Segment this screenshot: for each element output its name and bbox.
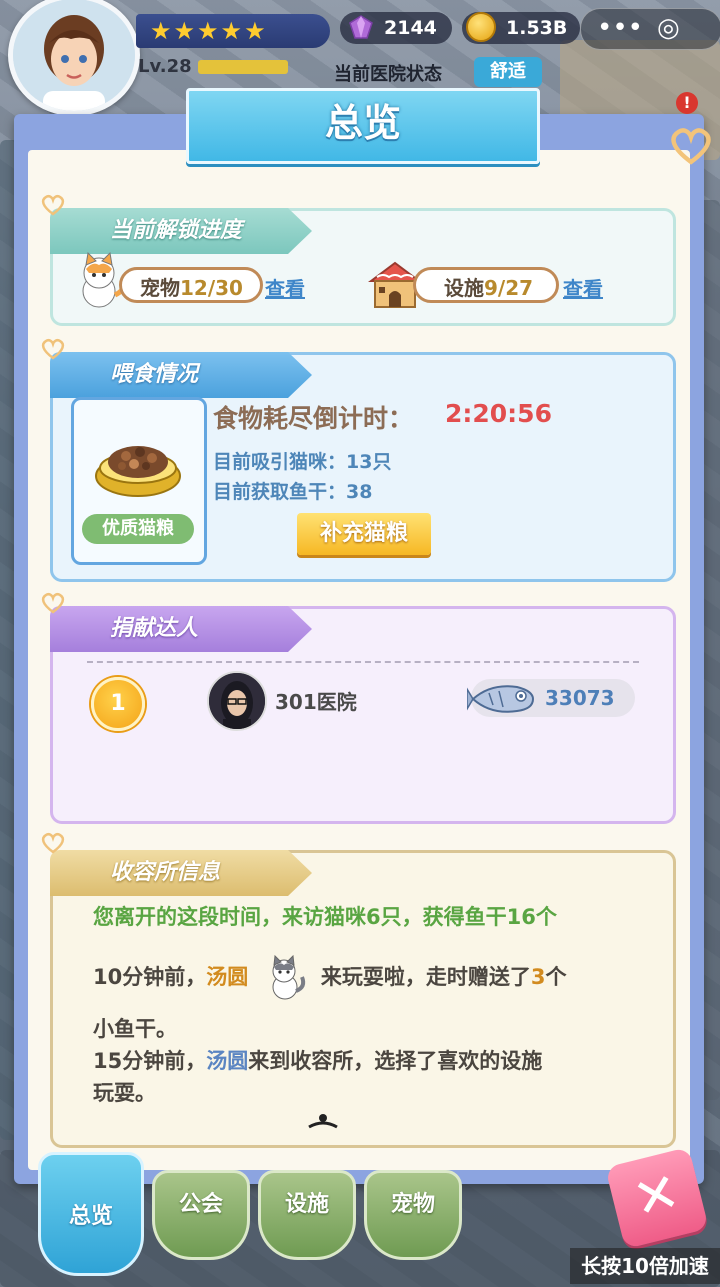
log-time: 15分钟前， (93, 1049, 207, 1073)
cat-name[interactable]: 汤圆 (206, 965, 248, 989)
heart-icon (671, 128, 711, 165)
donor-fish-value: 33073 (545, 686, 615, 710)
donor-name: 301医院 (275, 690, 357, 714)
log-entry-2-cont: 玩耍。 (93, 1081, 156, 1105)
donors-header: 捐献达人 (50, 606, 312, 652)
tab-overview[interactable]: 总览 (38, 1152, 144, 1276)
feeding-section: 喂食情况 优质猫粮 食物耗尽倒计时： 2:20:56 目前吸引猫咪：13只 目前… (50, 352, 676, 582)
hospital-status-badge: 舒适 (474, 57, 542, 87)
level-progress-bar (198, 60, 288, 74)
dried-fish-icon (467, 685, 535, 713)
donor-avatar[interactable] (207, 671, 267, 731)
log-text: 来到收容所，选择了喜欢的设施 (248, 1049, 543, 1073)
gem-icon (349, 15, 373, 39)
cats-attracted-text: 目前吸引猫咪：13只 (213, 451, 392, 473)
cat-name[interactable]: 汤圆 (206, 1049, 248, 1073)
fish-obtained-text: 目前获取鱼干：38 (213, 481, 373, 503)
log-entry-2: 15分钟前，汤圆来到收容所，选择了喜欢的设施 (93, 1045, 542, 1075)
pets-value: 12/30 (180, 276, 243, 300)
heart-icon (41, 338, 65, 360)
gem-count: 2144 (384, 17, 437, 39)
shelter-info-section: 收容所信息 您离开的这段时间，来访猫咪6只，获得鱼干16个 10分钟前，汤圆 来… (50, 850, 676, 1148)
pets-progress: 宠物12/30 (119, 267, 263, 303)
hospital-status-label: 当前医院状态 (334, 64, 442, 85)
donor-fish-count: 33073 (467, 679, 635, 717)
speed-up-hint[interactable]: 长按10倍加速 (570, 1248, 720, 1284)
unlock-progress-section: 当前解锁进度 宠物12/30 查看 设施9/27 查看 (50, 208, 676, 326)
level-label: Lv.28 (138, 56, 192, 77)
log-time: 10分钟前， (93, 965, 207, 989)
divider (87, 661, 639, 663)
panel-title: 总览 (324, 101, 401, 145)
away-summary-text: 您离开的这段时间，来访猫咪6只，获得鱼干16个 (93, 905, 557, 929)
coin-icon (466, 12, 496, 42)
heart-icon (41, 194, 65, 216)
panel-title-ribbon: 总览 (186, 88, 540, 164)
facilities-value: 9/27 (484, 276, 534, 300)
pets-label: 宠物 (140, 276, 180, 300)
player-avatar[interactable] (8, 0, 140, 116)
log-entry-1: 10分钟前，汤圆 来玩耍啦，走时赠送了3个 (93, 953, 566, 1003)
food-name-label: 优质猫粮 (82, 514, 194, 544)
countdown-label: 食物耗尽倒计时： (213, 404, 414, 433)
gem-counter[interactable]: 2144 (340, 12, 452, 44)
target-button[interactable]: ◎ (657, 9, 680, 47)
gray-cat-icon (272, 954, 305, 1000)
log-text: 来玩耍啦，走时赠送了 (320, 965, 531, 989)
rating-stars: ★★★★★ (136, 14, 330, 48)
view-pets-link[interactable]: 查看 (265, 273, 305, 302)
donors-section: 捐献达人 1 301医院 33073 (50, 606, 676, 824)
coin-count: 1.53B (506, 17, 568, 39)
gift-count: 3 (530, 965, 546, 989)
coin-counter[interactable]: 1.53B (462, 12, 580, 44)
log-entry-1-cont: 小鱼干。 (93, 1017, 177, 1041)
refill-food-button[interactable]: 补充猫粮 (297, 513, 431, 555)
cat-food-bowl-icon (95, 446, 181, 497)
facilities-label: 设施 (444, 276, 484, 300)
shelter-info-header: 收容所信息 (50, 850, 312, 896)
countdown-value: 2:20:56 (445, 399, 552, 428)
facilities-progress: 设施9/27 (413, 267, 559, 303)
doctor-portrait-icon (13, 0, 135, 111)
heart-icon (41, 592, 65, 614)
donor-portrait-icon (209, 673, 265, 729)
more-menu-button[interactable]: ••• (597, 9, 643, 47)
scroll-indicator-icon (308, 1114, 338, 1129)
heart-icon (41, 832, 65, 854)
unlock-progress-header: 当前解锁进度 (50, 208, 312, 254)
mini-program-capsule: ••• ◎ (580, 8, 720, 50)
view-facilities-link[interactable]: 查看 (563, 273, 603, 302)
gift-unit: 个 (545, 965, 567, 989)
tab-pets[interactable]: 宠物 (364, 1170, 462, 1260)
rank-medal: 1 (91, 677, 145, 731)
feeding-header: 喂食情况 (50, 352, 312, 398)
close-icon: ✕ (626, 1159, 686, 1232)
alert-badge-icon: ! (676, 92, 698, 114)
tab-facilities[interactable]: 设施 (258, 1170, 356, 1260)
tab-guild[interactable]: 公会 (152, 1170, 250, 1260)
food-card[interactable]: 优质猫粮 (71, 397, 207, 565)
